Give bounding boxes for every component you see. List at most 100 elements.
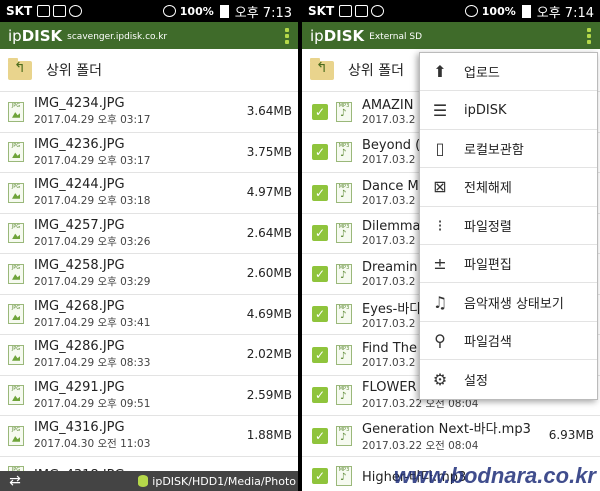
edit-icon: ± <box>433 254 447 274</box>
music-file-icon: MP3 ♪ <box>336 304 352 325</box>
menu-item-label: 파일정렬 <box>464 219 512 235</box>
image-file-icon: JPG <box>8 344 24 365</box>
menu-item-label: 업로드 <box>464 66 500 82</box>
file-list: JPG IMG_4234.JPG 2017.04.29 오후 03:17 3.64MB… <box>0 92 298 491</box>
wifi-icon <box>162 5 176 17</box>
menu-item-2[interactable]: ☰ ipDISK <box>420 91 597 130</box>
status-bar: SKT 100% 오후 7:14 <box>302 0 600 22</box>
menu-item-1[interactable]: ⬆ 업로드 <box>420 53 597 92</box>
file-size: 2.02MB <box>246 347 292 361</box>
music-file-icon: MP3 ♪ <box>336 385 352 406</box>
menu-item-label: 로컬보관함 <box>464 142 524 158</box>
music-file-icon: MP3 ♪ <box>336 344 352 365</box>
file-row[interactable]: JPG IMG_4291.JPG 2017.04.29 오후 09:51 2.59MB <box>0 376 298 416</box>
clock: 오후 7:13 <box>234 5 292 21</box>
file-row[interactable]: JPG IMG_4258.JPG 2017.04.29 오후 03:29 2.60MB <box>0 254 298 295</box>
current-path: ipDISK/HDD1/Media/Photo <box>152 474 296 488</box>
file-size: 2.64MB <box>246 225 292 240</box>
checkbox-checked[interactable]: ✓ <box>312 103 328 120</box>
checkbox-checked[interactable]: ✓ <box>312 184 328 201</box>
parent-folder-icon <box>310 57 334 80</box>
music-file-icon: MP3 ♪ <box>336 182 352 203</box>
music-icon: ♫ <box>432 292 448 312</box>
deselect-all-icon: ⊠ <box>433 177 447 197</box>
app-logo: ipDISK <box>8 26 63 45</box>
settings-icon: ⚙ <box>432 369 448 389</box>
upload-icon: ⬆ <box>433 62 447 82</box>
overflow-menu-icon[interactable] <box>586 27 592 44</box>
phone-icon: ▯ <box>435 138 445 158</box>
menu-item-4[interactable]: ⊠ 전체해제 <box>420 168 597 207</box>
carrier-label: SKT <box>6 4 33 18</box>
file-row[interactable]: JPG IMG_4316.JPG 2017.04.30 오전 11:03 1.88MB <box>0 416 298 457</box>
file-row[interactable]: JPG IMG_4236.JPG 2017.04.29 오후 03:17 3.75MB <box>0 133 298 173</box>
clock: 오후 7:14 <box>536 5 594 21</box>
app-notification-icon <box>371 5 385 17</box>
file-size: 1.88MB <box>246 428 292 442</box>
overflow-menu: ⬆ 업로드 ☰ ipDISK ▯ 로컬보관함 ⊠ 전체해제 ⁝ 파일정렬 ± 파일편집 ♫ 음악재생 상태… <box>419 52 598 400</box>
checkbox-checked[interactable]: ✓ <box>312 346 328 363</box>
music-file-icon: MP3 ♪ <box>336 425 352 446</box>
checkbox-checked[interactable]: ✓ <box>312 468 328 485</box>
file-size: 3.75MB <box>246 144 292 159</box>
checkbox-checked[interactable]: ✓ <box>312 265 328 282</box>
parent-folder-row[interactable]: 상위 폴더 <box>0 49 298 92</box>
carrier-label: SKT <box>308 4 335 18</box>
app-logo: ipDISK <box>310 26 365 45</box>
image-file-icon: JPG <box>8 425 24 446</box>
parent-folder-icon <box>8 57 32 80</box>
image-file-icon: JPG <box>8 142 24 163</box>
image-file-icon: JPG <box>8 385 24 406</box>
storage-icon <box>138 475 149 487</box>
back-notification-icon <box>339 5 353 17</box>
right-screen: SKT 100% 오후 7:14 ipDISK External SD 상위 폴… <box>302 0 600 491</box>
menu-item-6[interactable]: ± 파일편집 <box>420 245 597 284</box>
back-notification-icon <box>37 5 51 17</box>
mail-notification-icon <box>53 5 67 17</box>
overflow-menu-icon[interactable] <box>284 27 290 44</box>
file-row[interactable]: JPG IMG_4257.JPG 2017.04.29 오후 03:26 2.64MB <box>0 214 298 254</box>
app-bar: ipDISK scavenger.ipdisk.co.kr <box>0 22 298 49</box>
menu-item-8[interactable]: ⚲ 파일검색 <box>420 322 597 361</box>
file-row[interactable]: JPG IMG_4244.JPG 2017.04.29 오후 03:18 4.97MB <box>0 173 298 214</box>
music-file-icon: MP3 ♪ <box>336 466 352 487</box>
music-file-icon: MP3 ♪ <box>336 101 352 122</box>
file-row[interactable]: JPG IMG_4268.JPG 2017.04.29 오후 03:41 4.69MB <box>0 295 298 335</box>
file-row[interactable]: ✓ MP3 ♪ Generation Next-바다.mp3 2017.03.22 오전… <box>302 416 600 457</box>
menu-item-5[interactable]: ⁝ 파일정렬 <box>420 207 597 245</box>
notification-icons <box>37 5 83 17</box>
search-icon: ⚲ <box>434 330 446 350</box>
server-icon: ☰ <box>432 100 448 120</box>
menu-item-7[interactable]: ♫ 음악재생 상태보기 <box>420 283 597 322</box>
mail-notification-icon <box>355 5 369 17</box>
menu-item-label: 파일편집 <box>464 258 512 274</box>
file-row[interactable]: JPG IMG_4234.JPG 2017.04.29 오후 03:17 3.64MB <box>0 92 298 133</box>
parent-folder-label: 상위 폴더 <box>46 63 102 79</box>
notification-icons <box>339 5 385 17</box>
battery-percent: 100% <box>179 4 214 18</box>
checkbox-checked[interactable]: ✓ <box>312 306 328 323</box>
checkbox-checked[interactable]: ✓ <box>312 427 328 444</box>
battery-percent: 100% <box>481 4 516 18</box>
menu-item-3[interactable]: ▯ 로컬보관함 <box>420 130 597 169</box>
app-bar: ipDISK External SD <box>302 22 600 49</box>
status-bar: SKT 100% 오후 7:13 <box>0 0 298 22</box>
checkbox-checked[interactable]: ✓ <box>312 387 328 404</box>
file-size: 4.69MB <box>246 306 292 321</box>
menu-item-9[interactable]: ⚙ 설정 <box>420 360 597 398</box>
menu-item-label: ipDISK <box>464 102 507 118</box>
file-row[interactable]: JPG IMG_4286.JPG 2017.04.29 오후 08:33 2.02MB <box>0 335 298 376</box>
menu-item-label: 파일검색 <box>464 334 512 350</box>
menu-item-label: 음악재생 상태보기 <box>464 296 564 312</box>
image-file-icon: JPG <box>8 304 24 325</box>
checkbox-checked[interactable]: ✓ <box>312 144 328 161</box>
app-notification-icon <box>69 5 83 17</box>
sort-icon: ⁝ <box>437 215 443 235</box>
parent-folder-label: 상위 폴더 <box>348 63 404 79</box>
wifi-icon <box>464 5 478 17</box>
image-file-icon: JPG <box>8 101 24 122</box>
swap-arrows-icon[interactable]: ⇄ <box>0 473 30 489</box>
checkbox-checked[interactable]: ✓ <box>312 225 328 242</box>
left-screen: SKT 100% 오후 7:13 ipDISK scavenger.ipdisk… <box>0 0 298 491</box>
battery-icon <box>521 4 531 18</box>
